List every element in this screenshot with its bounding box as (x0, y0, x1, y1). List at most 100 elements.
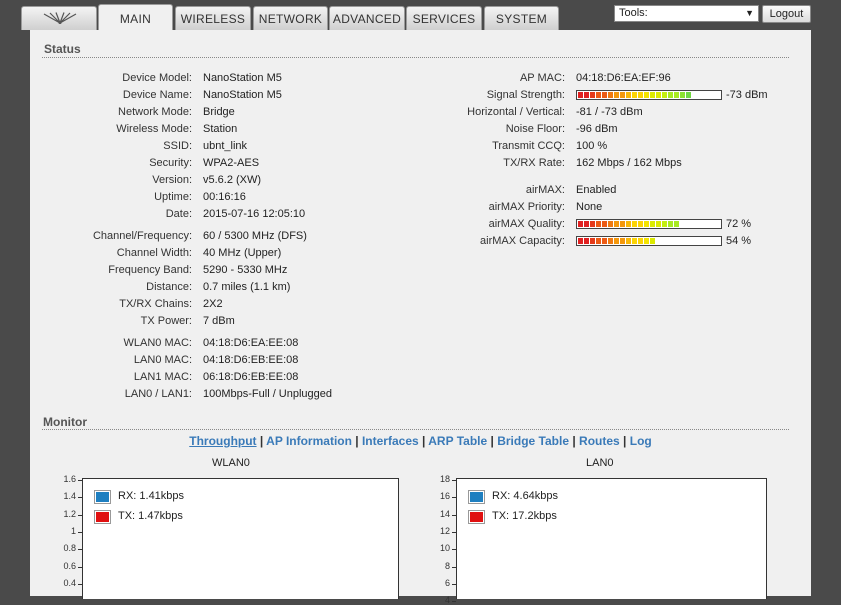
tab-main[interactable]: MAIN (98, 4, 173, 30)
chart-ytick-label: 10 (439, 543, 450, 554)
monitor-title: Monitor (43, 415, 87, 429)
tab-system[interactable]: SYSTEM (484, 6, 559, 30)
monitor-link-arp-table[interactable]: ARP Table (428, 434, 487, 448)
status-title: Status (44, 42, 81, 56)
meter-segment (650, 238, 655, 244)
chart-ytick-mark (78, 566, 82, 568)
tab-advanced[interactable]: ADVANCED (329, 6, 405, 30)
monitor-link-interfaces[interactable]: Interfaces (362, 434, 419, 448)
status-label-tx-power: TX Power: (140, 315, 192, 327)
status-value-tx-rx-rate: 162 Mbps / 162 Mbps (576, 157, 682, 169)
meter-segment (668, 92, 673, 98)
chart-ytick-mark (78, 497, 82, 499)
chart-ytick-label: 14 (439, 508, 450, 519)
tab-services[interactable]: SERVICES (406, 6, 482, 30)
chart-ytick-mark (452, 514, 456, 516)
meter-segment (590, 221, 595, 227)
status-label-airmax: airMAX: (525, 184, 565, 196)
chart-ytick-mark (452, 480, 456, 481)
meter-segment (602, 92, 607, 98)
meter-segment (638, 221, 643, 227)
status-value-noise-floor: -96 dBm (576, 123, 618, 135)
status-label-channel-width: Channel Width: (116, 247, 192, 259)
status-label-wireless-mode: Wireless Mode: (116, 123, 192, 135)
status-value-channel-frequency: 60 / 5300 MHz (DFS) (203, 230, 307, 242)
meter-segment (614, 238, 619, 244)
meter-segment (662, 221, 667, 227)
status-value-wireless-mode: Station (203, 123, 238, 135)
status-value-ap-mac: 04:18:D6:EA:EF:96 (576, 72, 671, 84)
monitor-link-routes[interactable]: Routes (579, 434, 620, 448)
status-value-airmax-priority: None (576, 201, 603, 213)
chart-ytick-label: 1.2 (63, 508, 76, 519)
status-divider (42, 57, 789, 58)
status-value-device-name: NanoStation M5 (203, 89, 282, 101)
legend-label-rx: RX: 1.41kbps (118, 490, 185, 502)
chart-ytick-label: 0.6 (63, 560, 76, 571)
meter-segment (674, 92, 679, 98)
status-value-network-mode: Bridge (203, 106, 235, 118)
status-value-distance: 0.7 miles (1.1 km) (203, 281, 291, 293)
meter-segment (584, 92, 589, 98)
status-label-airmax-priority: airMAX Priority: (488, 201, 565, 213)
chart-ytick-label: 8 (444, 560, 450, 571)
meter-segment (638, 238, 643, 244)
status-value-airmax-quality: 72 % (726, 218, 752, 230)
meter-segment (632, 92, 637, 98)
logout-button[interactable]: Logout (762, 5, 811, 23)
chart-ytick-mark (78, 514, 82, 516)
legend-swatch-rx (95, 491, 110, 503)
status-label-noise-floor: Noise Floor: (505, 123, 565, 135)
chart-ytick-label: 1.4 (63, 491, 76, 502)
meter-airmax-capacity (576, 236, 722, 246)
meter-segment (662, 92, 667, 98)
status-value-lan1-mac: 06:18:D6:EB:EE:08 (203, 371, 299, 383)
status-label-channel-frequency: Channel/Frequency: (92, 230, 192, 242)
chevron-down-icon: ▼ (745, 8, 754, 18)
meter-segment (602, 221, 607, 227)
meter-segment (578, 238, 583, 244)
status-label-tx-rx-rate: TX/RX Rate: (503, 157, 565, 169)
status-label-lan0-lan1: LAN0 / LAN1: (124, 388, 192, 400)
tab-network[interactable]: NETWORK (253, 6, 328, 30)
meter-segment (638, 92, 643, 98)
tools-select[interactable]: Tools: ▼ (614, 5, 759, 22)
status-value-transmit-ccq: 100 % (576, 140, 608, 152)
chart-title-wlan0: WLAN0 (212, 457, 250, 469)
chart-title-lan0: LAN0 (586, 457, 614, 469)
monitor-link-log[interactable]: Log (630, 434, 652, 448)
chart-ytick-mark (78, 480, 82, 481)
chart-ytick-label: 6 (444, 577, 450, 588)
meter-segment (590, 238, 595, 244)
meter-segment (620, 221, 625, 227)
top-nav: MAIN WIRELESS NETWORK ADVANCED SERVICES … (0, 0, 841, 30)
meter-segment (578, 92, 583, 98)
status-value-date: 2015-07-16 12:05:10 (203, 208, 306, 220)
logo-tab[interactable] (21, 6, 97, 30)
monitor-link-bridge-table[interactable]: Bridge Table (497, 434, 569, 448)
meter-segment (626, 92, 631, 98)
legend-swatch-tx (95, 511, 110, 523)
meter-segment (632, 221, 637, 227)
chart-ytick-mark (78, 549, 82, 551)
chart-ytick-label: 16 (439, 491, 450, 502)
meter-segment (650, 92, 655, 98)
chart-ytick-mark (452, 566, 456, 568)
status-label-signal-strength: Signal Strength: (486, 89, 565, 101)
chart-ytick-label: 18 (439, 474, 450, 484)
monitor-link-throughput[interactable]: Throughput (189, 434, 256, 448)
link-separator: | (569, 434, 580, 448)
status-label-network-mode: Network Mode: (118, 106, 192, 118)
status-value-tx-power: 7 dBm (203, 315, 235, 327)
link-separator: | (487, 434, 498, 448)
monitor-divider (42, 429, 789, 430)
meter-segment (596, 92, 601, 98)
status-label-distance: Distance: (146, 281, 192, 293)
monitor-link-ap-information[interactable]: AP Information (266, 434, 352, 448)
meter-segment (644, 92, 649, 98)
monitor-nav: Throughput | AP Information | Interfaces… (30, 434, 811, 448)
tab-wireless[interactable]: WIRELESS (175, 6, 251, 30)
link-separator: | (619, 434, 630, 448)
status-label-airmax-quality: airMAX Quality: (488, 218, 565, 230)
status-value-frequency-band: 5290 - 5330 MHz (203, 264, 288, 276)
